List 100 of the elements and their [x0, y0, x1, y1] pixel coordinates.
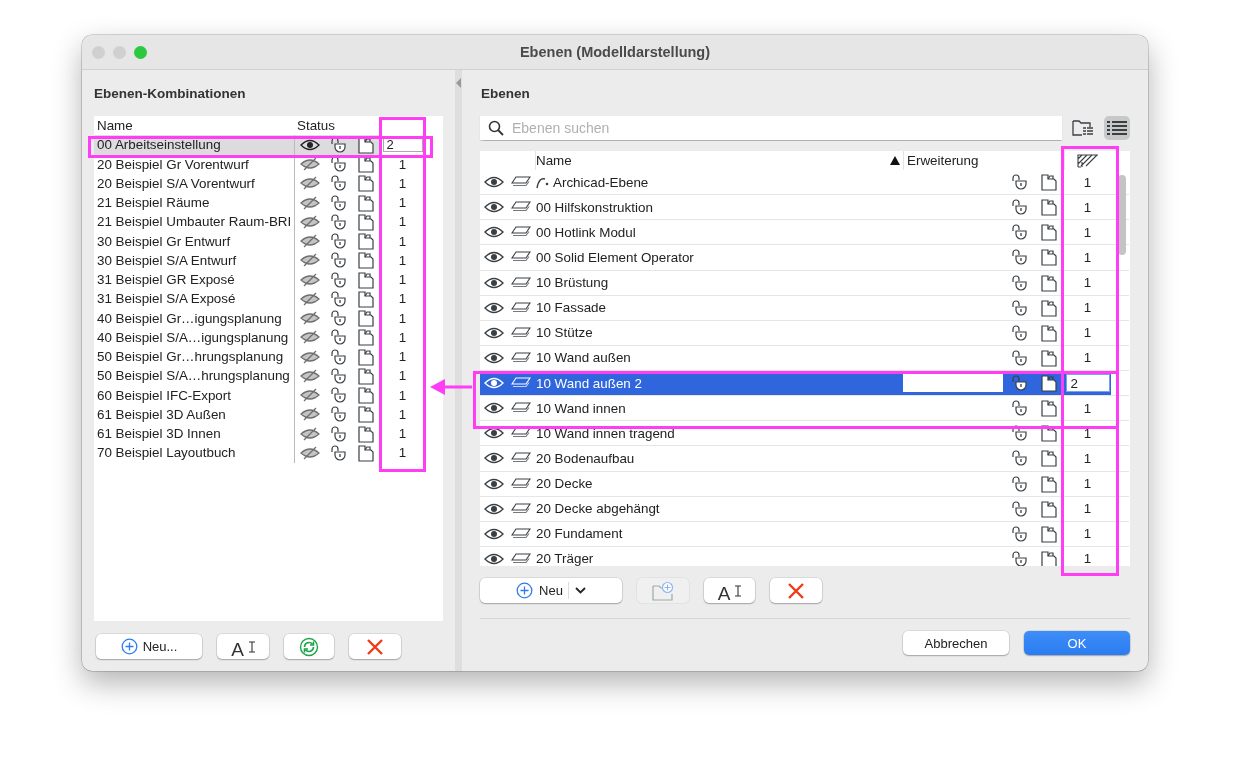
combination-row[interactable]: 60 Beispiel IFC-Export — [94, 385, 294, 405]
eye-icon[interactable] — [483, 502, 504, 515]
eye-icon[interactable] — [299, 138, 320, 151]
number-text: 1 — [398, 406, 407, 422]
eye-icon[interactable] — [483, 301, 504, 314]
layer-name[interactable]: Archicad-Ebene — [553, 174, 649, 190]
column-header[interactable]: Name — [536, 153, 572, 168]
layer-name[interactable]: 00 Hotlink Modul — [536, 224, 636, 240]
layer-name[interactable]: 10 Wand innen — [536, 400, 626, 416]
padlock-icon — [1010, 273, 1028, 292]
hidden-eye-icon[interactable] — [299, 157, 320, 172]
combination-row[interactable]: 61 Beispiel 3D Innen — [94, 424, 294, 444]
hidden-eye-icon[interactable] — [299, 407, 320, 422]
eye-icon[interactable] — [483, 477, 504, 490]
hidden-eye-icon[interactable] — [299, 311, 320, 326]
combination-row[interactable]: 40 Beispiel Gr…igungsplanung — [94, 308, 294, 328]
hidden-eye-icon[interactable] — [299, 330, 320, 345]
eye-icon[interactable] — [483, 527, 504, 540]
eye-icon[interactable] — [483, 201, 504, 214]
combination-row[interactable]: 61 Beispiel 3D Außen — [94, 404, 294, 424]
combination-name: 20 Beispiel S/A Vorentwurf — [97, 175, 255, 191]
hidden-eye-icon[interactable] — [299, 214, 320, 229]
input-field[interactable] — [903, 374, 1003, 393]
eye-icon[interactable] — [483, 276, 504, 289]
refresh-button[interactable] — [284, 634, 334, 659]
eye-icon[interactable] — [483, 402, 504, 415]
combination-row[interactable]: 40 Beispiel S/A…igungsplanung — [94, 327, 294, 347]
combination-row[interactable]: 20 Beispiel Gr Vorentwurf — [94, 154, 294, 174]
combination-row[interactable]: 70 Beispiel Layoutbuch — [94, 443, 294, 463]
number-field[interactable]: 2 — [1065, 374, 1110, 393]
rename-button[interactable]: A — [704, 578, 755, 603]
eye-icon[interactable] — [483, 552, 504, 565]
combination-row[interactable]: 21 Beispiel Räume — [94, 193, 294, 213]
hidden-eye-icon[interactable] — [299, 349, 320, 364]
layer-name[interactable]: 10 Wand außen 2 — [536, 375, 642, 391]
layer-name[interactable]: 10 Fassade — [536, 300, 606, 316]
list-view-button[interactable] — [1104, 116, 1130, 140]
document-icon — [1040, 298, 1058, 317]
document-icon — [1040, 524, 1058, 543]
layer-name[interactable]: 20 Decke — [536, 476, 593, 492]
splitter-handle-icon[interactable] — [456, 78, 461, 88]
hidden-eye-icon[interactable] — [299, 272, 320, 287]
eye-icon[interactable] — [483, 326, 504, 339]
delete-button[interactable] — [349, 634, 401, 659]
rename-button[interactable]: A — [217, 634, 269, 659]
hidden-eye-icon[interactable] — [299, 253, 320, 268]
combination-row[interactable]: 31 Beispiel S/A Exposé — [94, 289, 294, 309]
layer-name[interactable]: 20 Bodenaufbau — [536, 450, 635, 466]
cancel-button[interactable]: Abbrechen — [903, 631, 1009, 655]
padlock-icon — [329, 289, 347, 308]
eye-icon[interactable] — [483, 351, 504, 364]
new-button[interactable]: Neu... — [96, 634, 202, 659]
combination-row[interactable]: 30 Beispiel S/A Entwurf — [94, 250, 294, 270]
combination-row[interactable]: 50 Beispiel Gr…hrungsplanung — [94, 347, 294, 367]
combination-row[interactable]: 31 Beispiel GR Exposé — [94, 270, 294, 290]
eye-icon[interactable] — [483, 452, 504, 465]
layer-name[interactable]: 10 Wand innen tragend — [536, 425, 675, 441]
hidden-eye-icon[interactable] — [299, 234, 320, 249]
eye-icon[interactable] — [483, 226, 504, 239]
eye-icon[interactable] — [483, 251, 504, 264]
hidden-eye-icon[interactable] — [299, 291, 320, 306]
combination-row[interactable]: 20 Beispiel S/A Vorentwurf — [94, 173, 294, 193]
eye-icon[interactable] — [483, 176, 504, 189]
layer-name[interactable]: 00 Solid Element Operator — [536, 249, 694, 265]
new-button[interactable]: Neu — [480, 578, 622, 603]
search-field[interactable]: Ebenen suchen — [480, 116, 1062, 140]
text-cursor-icon — [735, 584, 742, 597]
document-icon — [357, 270, 375, 289]
hidden-eye-icon[interactable] — [299, 176, 320, 191]
hidden-eye-icon[interactable] — [299, 195, 320, 210]
padlock-icon — [329, 270, 347, 289]
hidden-eye-icon[interactable] — [299, 445, 320, 460]
combination-name: 40 Beispiel Gr…igungsplanung — [97, 310, 282, 326]
scrollbar-thumb[interactable] — [1118, 175, 1126, 255]
column-header[interactable]: Name — [97, 117, 133, 133]
combination-row[interactable]: 30 Beispiel Gr Entwurf — [94, 231, 294, 251]
layer-name[interactable]: 20 Decke abgehängt — [536, 501, 660, 517]
hidden-eye-icon[interactable] — [299, 368, 320, 383]
layer-name[interactable]: 10 Wand außen — [536, 350, 631, 366]
arc-icon — [536, 175, 550, 190]
layer-name[interactable]: 10 Stütze — [536, 325, 593, 341]
hidden-eye-icon[interactable] — [299, 388, 320, 403]
column-header[interactable]: Erweiterung — [907, 153, 979, 168]
document-icon — [357, 193, 375, 212]
document-icon — [357, 386, 375, 405]
column-header[interactable]: Status — [297, 117, 335, 133]
combination-row[interactable]: 00 Arbeitseinstellung — [94, 135, 294, 155]
number-text: 1 — [398, 387, 407, 403]
layer-name[interactable]: 20 Träger — [536, 551, 594, 566]
layer-name[interactable]: 00 Hilfskonstruktion — [536, 199, 653, 215]
ok-button[interactable]: OK — [1024, 631, 1130, 655]
delete-button[interactable] — [770, 578, 822, 603]
document-icon — [357, 328, 375, 347]
eye-icon[interactable] — [483, 427, 504, 440]
hidden-eye-icon[interactable] — [299, 426, 320, 441]
layer-name[interactable]: 20 Fundament — [536, 526, 623, 542]
combination-name: 40 Beispiel S/A…igungsplanung — [97, 329, 289, 345]
layer-icon — [511, 452, 531, 465]
layer-icon — [511, 326, 531, 339]
layer-name[interactable]: 10 Brüstung — [536, 275, 609, 291]
